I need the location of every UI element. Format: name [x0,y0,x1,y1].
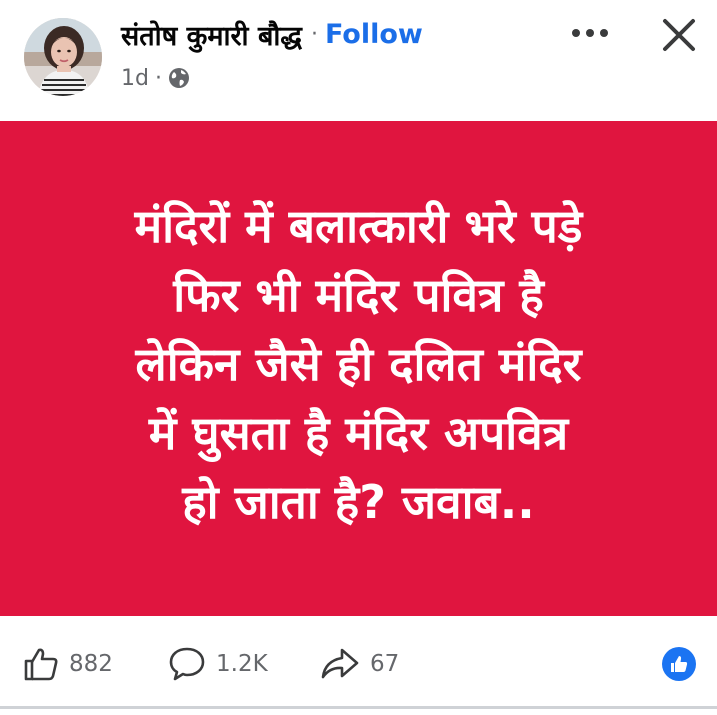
avatar-photo [24,18,102,96]
post-header: संतोष कुमारी बौद्ध · Follow 1d · [0,0,717,120]
post-text-line: में घुसता है मंदिर अपवित्र [148,406,569,460]
post-text-line: फिर भी मंदिर पवित्र है [173,268,544,322]
comment-count: 1.2K [216,651,268,677]
globe-icon [168,67,190,89]
post-card: संतोष कुमारी बौद्ध · Follow 1d · मंदिरों… [0,0,717,715]
meta-separator: · [154,65,162,91]
post-actions: 882 1.2K 67 [0,616,717,708]
comment-button[interactable]: 1.2K [168,646,268,682]
post-text-line: मंदिरों में बलात्कारी भरे पड़े [134,199,583,253]
share-button[interactable]: 67 [320,646,399,682]
post-timestamp[interactable]: 1d [121,66,149,91]
author-line: संतोष कुमारी बौद्ध · Follow [121,14,423,54]
thumbs-up-icon [23,646,59,682]
comment-icon [168,646,206,682]
post-image-text: मंदिरों में बलात्कारी भरे पड़े फिर भी मं… [14,192,704,537]
like-button[interactable]: 882 [23,646,113,682]
share-count: 67 [370,651,400,677]
author-name[interactable]: संतोष कुमारी बौद्ध [121,16,302,53]
post-divider [0,706,717,709]
more-options-icon[interactable] [567,18,613,48]
post-meta: 1d · [121,62,190,94]
like-count: 882 [69,651,113,677]
post-image[interactable]: मंदिरों में बलात्कारी भरे पड़े फिर भी मं… [0,121,717,616]
post-text-line: लेकिन जैसे ही दलित मंदिर [135,337,582,391]
header-separator: · [310,21,318,47]
post-text-line: हो जाता है? जवाब.. [182,475,535,529]
share-icon [320,646,360,682]
follow-button[interactable]: Follow [325,19,423,50]
like-reaction-icon[interactable] [662,647,696,681]
close-icon[interactable] [656,12,702,58]
avatar[interactable] [24,18,102,96]
